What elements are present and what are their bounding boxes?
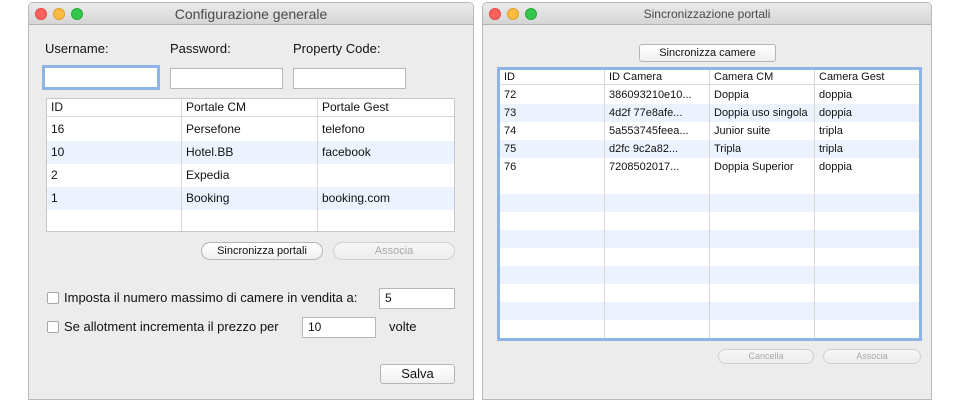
zoom-icon[interactable] [71, 8, 83, 20]
sync-window: Sincronizzazione portali Sincronizza cam… [482, 2, 932, 400]
sync-window-title: Sincronizzazione portali [643, 7, 771, 21]
config-window-title: Configurazione generale [174, 6, 328, 22]
close-icon[interactable] [35, 8, 47, 20]
save-button[interactable]: Salva [380, 364, 455, 384]
cell-camera-gest: doppia [819, 161, 853, 173]
cell-camera-cm: Tripla [714, 143, 742, 155]
table-row[interactable]: 1 Booking booking.com [47, 187, 454, 210]
portals-table[interactable]: ID Portale CM Portale Gest 16 Persefone … [46, 98, 455, 232]
column-divider [814, 70, 815, 338]
column-divider [709, 70, 710, 338]
associa-button[interactable]: Associa [333, 242, 455, 260]
cell-camera-gest: tripla [819, 125, 843, 137]
table-row[interactable]: 16 Persefone telefono [47, 118, 454, 141]
cancel-button[interactable]: Cancella [718, 349, 814, 364]
property-code-field[interactable] [293, 68, 406, 89]
allotment-checkbox[interactable] [47, 321, 59, 333]
column-header-id[interactable]: ID [504, 71, 515, 83]
cell-id: 73 [504, 107, 517, 119]
cell-camera-gest: doppia [819, 107, 853, 119]
table-row[interactable]: 2 Expedia [47, 164, 454, 187]
minimize-icon[interactable] [53, 8, 65, 20]
password-label: Password: [170, 41, 231, 56]
cell-id-camera: 4d2f 77e8afe... [609, 107, 683, 119]
zoom-icon[interactable] [525, 8, 537, 20]
window-controls [35, 8, 83, 20]
column-header-id-camera[interactable]: ID Camera [609, 71, 662, 83]
cell-camera-cm: Doppia [714, 89, 749, 101]
password-field[interactable] [170, 68, 283, 89]
minimize-icon[interactable] [507, 8, 519, 20]
cell-id-camera: 7208502017... [609, 161, 680, 173]
cell-id: 75 [504, 143, 517, 155]
cell-portale-cm: Booking [186, 191, 230, 205]
max-rooms-field[interactable]: 5 [379, 288, 455, 309]
config-titlebar: Configurazione generale [29, 3, 473, 25]
cell-portale-gest: telefono [322, 122, 365, 136]
config-window: Configurazione generale Username: Passwo… [28, 2, 474, 400]
property-code-label: Property Code: [293, 41, 381, 56]
window-controls [489, 8, 537, 20]
max-rooms-label: Imposta il numero massimo di camere in v… [64, 290, 358, 305]
username-label: Username: [45, 41, 109, 56]
cell-id: 1 [51, 191, 58, 205]
portals-table-header: ID Portale CM Portale Gest [47, 99, 454, 117]
cell-id: 76 [504, 161, 517, 173]
cell-portale-gest: booking.com [322, 191, 391, 205]
max-rooms-checkbox[interactable] [47, 292, 59, 304]
column-header-camera-cm[interactable]: Camera CM [714, 71, 773, 83]
cell-camera-cm: Junior suite [714, 125, 771, 137]
cell-id: 2 [51, 168, 58, 182]
cell-id-camera: d2fc 9c2a82... [609, 143, 679, 155]
table-row[interactable]: 10 Hotel.BB facebook [47, 141, 454, 164]
table-row-empty [47, 210, 454, 231]
cell-id: 72 [504, 89, 517, 101]
allotment-field[interactable]: 10 [302, 317, 376, 338]
cell-camera-gest: tripla [819, 143, 843, 155]
sync-titlebar: Sincronizzazione portali [483, 3, 931, 25]
associa-rooms-button[interactable]: Associa [823, 349, 921, 364]
cell-portale-cm: Hotel.BB [186, 145, 234, 159]
volte-label: volte [389, 319, 417, 334]
sync-rooms-button[interactable]: Sincronizza camere [639, 44, 776, 62]
cell-id: 10 [51, 145, 65, 159]
rooms-table[interactable]: ID ID Camera Camera CM Camera Gest 72 38… [497, 67, 922, 341]
cell-id-camera: 386093210e10... [609, 89, 692, 101]
sync-portals-button[interactable]: Sincronizza portali [201, 242, 323, 260]
column-divider [181, 99, 182, 231]
column-divider [604, 70, 605, 338]
cell-camera-cm: Doppia uso singola [714, 107, 808, 119]
cell-id-camera: 5a553745feea... [609, 125, 689, 137]
column-header-id[interactable]: ID [51, 100, 63, 114]
cell-portale-cm: Expedia [186, 168, 230, 182]
column-header-portale-gest[interactable]: Portale Gest [322, 100, 389, 114]
column-divider [317, 99, 318, 231]
cell-portale-cm: Persefone [186, 122, 241, 136]
cell-id: 74 [504, 125, 517, 137]
cell-portale-gest: facebook [322, 145, 371, 159]
cell-camera-cm: Doppia Superior [714, 161, 794, 173]
close-icon[interactable] [489, 8, 501, 20]
column-header-camera-gest[interactable]: Camera Gest [819, 71, 884, 83]
cell-camera-gest: doppia [819, 89, 853, 101]
username-field[interactable] [42, 65, 160, 90]
allotment-label: Se allotment incrementa il prezzo per [64, 319, 279, 334]
cell-id: 16 [51, 122, 65, 136]
column-header-portale-cm[interactable]: Portale CM [186, 100, 246, 114]
